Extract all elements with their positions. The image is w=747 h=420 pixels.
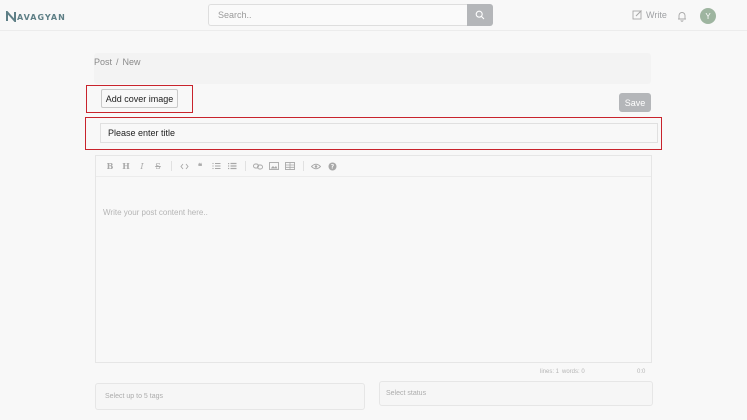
bold-icon[interactable]: B (104, 160, 116, 172)
add-cover-image-button[interactable]: Add cover image (101, 89, 178, 108)
breadcrumb: Post / New (94, 57, 141, 67)
toolbar-divider (303, 161, 304, 171)
breadcrumb-bar: Post / New (94, 53, 651, 84)
write-label: Write (646, 9, 667, 20)
top-navbar: AVAGYAN Write Y (0, 0, 747, 31)
image-icon[interactable] (268, 160, 280, 172)
markdown-editor: B H I S ❝ ? Write your post content here… (95, 155, 652, 363)
quote-icon[interactable]: ❝ (194, 160, 206, 172)
status-select[interactable]: Select status (379, 381, 653, 406)
unordered-list-icon[interactable] (226, 160, 238, 172)
heading-icon[interactable]: H (120, 160, 132, 172)
eye-glyph (311, 163, 321, 169)
help-icon[interactable]: ? (326, 160, 338, 172)
link-icon[interactable] (252, 160, 264, 172)
image-glyph (269, 162, 279, 170)
user-avatar[interactable]: Y (700, 8, 716, 24)
search-icon (475, 10, 485, 20)
ordered-list-glyph (211, 162, 220, 170)
word-count: words: 0 (562, 369, 585, 375)
cursor-position: 0:0 (637, 369, 646, 375)
breadcrumb-separator: / (116, 57, 119, 67)
search-input[interactable] (208, 4, 467, 26)
editor-toolbar: B H I S ❝ ? (96, 156, 651, 177)
toolbar-divider (171, 161, 172, 171)
tags-placeholder: Select up to 5 tags (105, 393, 163, 400)
breadcrumb-new: New (122, 57, 141, 67)
logo-text: AVAGYAN (17, 12, 66, 22)
editor-statusbar: lines: 1 words: 0 (540, 369, 585, 375)
edit-icon (632, 10, 642, 20)
table-glyph (285, 162, 295, 170)
code-icon-glyph (179, 163, 189, 169)
italic-icon[interactable]: I (136, 160, 148, 172)
breadcrumb-post[interactable]: Post (94, 57, 112, 67)
strikethrough-icon[interactable]: S (152, 160, 164, 172)
unordered-list-glyph (227, 162, 236, 170)
link-glyph (253, 163, 263, 169)
ordered-list-icon[interactable] (210, 160, 222, 172)
search-bar (208, 4, 493, 26)
title-input[interactable] (100, 123, 658, 143)
save-button[interactable]: Save (619, 93, 651, 112)
write-button[interactable]: Write (632, 9, 667, 20)
site-logo[interactable]: AVAGYAN (6, 10, 66, 22)
svg-text:?: ? (330, 163, 334, 170)
toolbar-divider (245, 161, 246, 171)
tags-select[interactable]: Select up to 5 tags (95, 383, 365, 410)
question-glyph: ? (328, 162, 336, 170)
line-count: lines: 1 (540, 369, 560, 375)
search-button[interactable] (467, 4, 493, 26)
status-placeholder: Select status (386, 390, 427, 397)
table-icon[interactable] (284, 160, 296, 172)
logo-n-icon (6, 10, 16, 22)
post-content-editor[interactable]: Write your post content here.. (96, 178, 651, 362)
notifications-button[interactable] (676, 9, 688, 27)
code-icon[interactable] (178, 160, 190, 172)
preview-icon[interactable] (310, 160, 322, 172)
bell-icon (678, 12, 686, 22)
